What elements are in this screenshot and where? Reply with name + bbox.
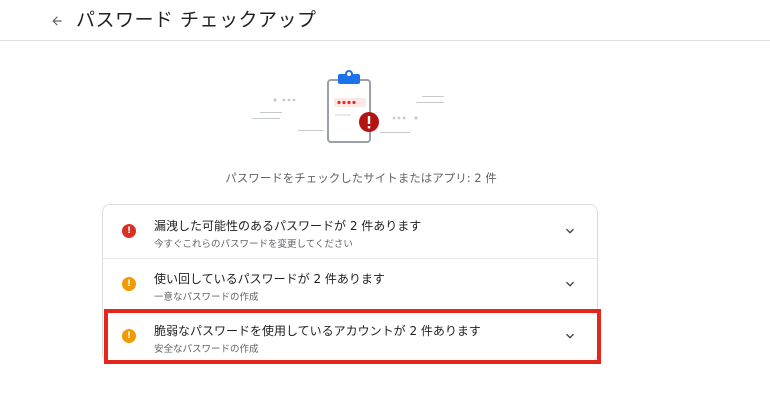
checked-sites-summary: パスワードをチェックしたサイトまたはアプリ: 2 件 [225,171,497,185]
alert-error-icon: ! [122,224,136,238]
clipboard-illustration [252,70,444,143]
compromised-passwords-row[interactable]: ! 漏洩した可能性のあるパスワードが 2 件あります 今すぐこれらのパスワードを… [103,206,597,258]
row-subtitle: 一意なパスワードの作成 [154,292,259,303]
reused-passwords-row[interactable]: ! 使い回しているパスワードが 2 件あります 一意なパスワードの作成 [103,258,597,310]
row-subtitle: 安全なパスワードの作成 [154,344,259,355]
arrow-back-icon [52,16,62,26]
alert-warning-icon: ! [122,329,136,343]
chevron-down-icon[interactable] [562,276,578,292]
alert-warning-icon: ! [122,277,136,291]
checkup-results-card: ! 漏洩した可能性のあるパスワードが 2 件あります 今すぐこれらのパスワードを… [102,204,598,362]
row-title: 使い回しているパスワードが 2 件あります [154,272,385,286]
chevron-down-icon[interactable] [562,223,578,239]
weak-passwords-row[interactable]: ! 脆弱なパスワードを使用しているアカウントが 2 件あります 安全なパスワード… [103,310,597,360]
row-subtitle: 今すぐこれらのパスワードを変更してください [154,239,353,250]
chevron-down-icon[interactable] [562,328,578,344]
row-title: 漏洩した可能性のあるパスワードが 2 件あります [154,219,422,233]
row-title: 脆弱なパスワードを使用しているアカウントが 2 件あります [154,324,481,338]
page-header: パスワード チェックアップ [0,0,770,41]
back-button[interactable] [44,8,70,34]
page-title: パスワード チェックアップ [76,9,317,31]
